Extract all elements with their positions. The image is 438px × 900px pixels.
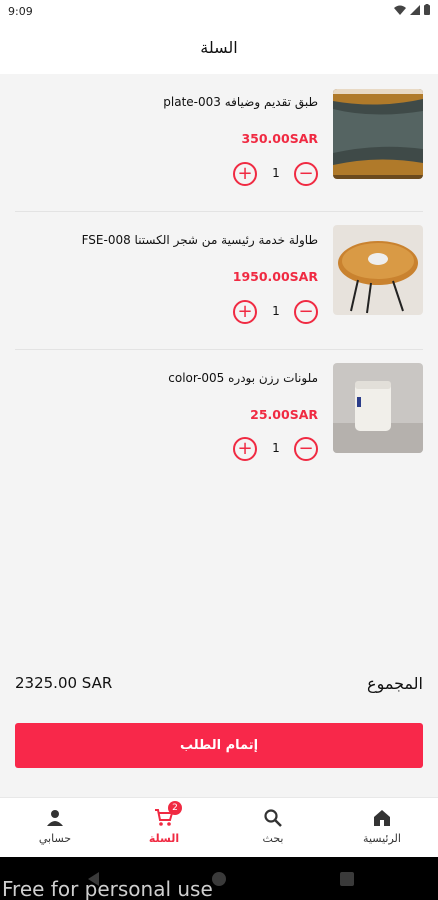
minus-icon: −	[298, 438, 314, 459]
checkout-button[interactable]: إتمام الطلب	[15, 723, 423, 768]
item-price: 25.00SAR	[250, 407, 318, 422]
home-icon	[374, 810, 390, 826]
total-value: 2325.00 SAR	[15, 674, 113, 692]
nav-item-home[interactable]: الرئيسية	[342, 798, 422, 858]
cart-item: طاولة خدمة رئيسية من شجر الكستنا FSE-008…	[0, 212, 438, 350]
quantity-value: 1	[272, 304, 280, 318]
app-header: السلة	[0, 24, 438, 74]
signal-icon	[410, 4, 420, 15]
bottom-nav: حسابي 2 السلة بحث الرئيسية	[0, 797, 438, 857]
wifi-icon	[394, 5, 406, 15]
nav-item-search[interactable]: بحث	[233, 798, 313, 858]
total-row: 2325.00 SAR المجموع	[0, 672, 438, 698]
quantity-value: 1	[272, 166, 280, 180]
page-title: السلة	[200, 38, 238, 57]
home-circle-icon[interactable]	[211, 871, 227, 887]
cart-item: طبق تقديم وضيافه plate-003 350.00SAR + 1…	[0, 74, 438, 212]
cart-item: ملونات رزن بودره color-005 25.00SAR + 1 …	[0, 350, 438, 488]
item-name: طاولة خدمة رئيسية من شجر الكستنا FSE-008	[81, 233, 318, 247]
quantity-stepper: + 1 −	[233, 162, 318, 188]
status-icons	[394, 4, 430, 15]
item-price: 350.00SAR	[241, 131, 318, 146]
increase-quantity-button[interactable]: +	[233, 437, 257, 461]
status-time: 9:09	[8, 5, 33, 18]
decrease-quantity-button[interactable]: −	[294, 162, 318, 186]
decrease-quantity-button[interactable]: −	[294, 437, 318, 461]
nav-label: بحث	[262, 832, 284, 845]
recents-icon[interactable]	[340, 872, 354, 886]
nav-label: حسابي	[38, 832, 72, 845]
plus-icon: +	[237, 438, 253, 459]
item-name: ملونات رزن بودره color-005	[168, 371, 318, 385]
nav-label: السلة	[148, 832, 180, 845]
product-image	[333, 89, 423, 179]
cart-count-badge: 2	[168, 801, 182, 815]
total-label: المجموع	[367, 674, 423, 693]
minus-icon: −	[298, 301, 314, 322]
decrease-quantity-button[interactable]: −	[294, 300, 318, 324]
quantity-value: 1	[272, 441, 280, 455]
status-bar: 9:09	[0, 0, 438, 24]
nav-item-cart[interactable]: 2 السلة	[124, 798, 204, 858]
plus-icon: +	[237, 163, 253, 184]
increase-quantity-button[interactable]: +	[233, 162, 257, 186]
item-price: 1950.00SAR	[232, 269, 318, 284]
battery-icon	[424, 4, 430, 15]
plus-icon: +	[237, 301, 253, 322]
search-icon	[264, 809, 282, 827]
quantity-stepper: + 1 −	[233, 437, 318, 463]
nav-item-account[interactable]: حسابي	[15, 798, 95, 858]
product-image	[333, 363, 423, 453]
person-icon	[47, 810, 63, 826]
watermark: Free for personal use	[2, 877, 213, 900]
product-image	[333, 225, 423, 315]
nav-label: الرئيسية	[363, 832, 401, 845]
system-nav-bar: Free for personal use	[0, 857, 438, 900]
minus-icon: −	[298, 163, 314, 184]
item-name: طبق تقديم وضيافه plate-003	[163, 95, 318, 109]
increase-quantity-button[interactable]: +	[233, 300, 257, 324]
quantity-stepper: + 1 −	[233, 300, 318, 326]
